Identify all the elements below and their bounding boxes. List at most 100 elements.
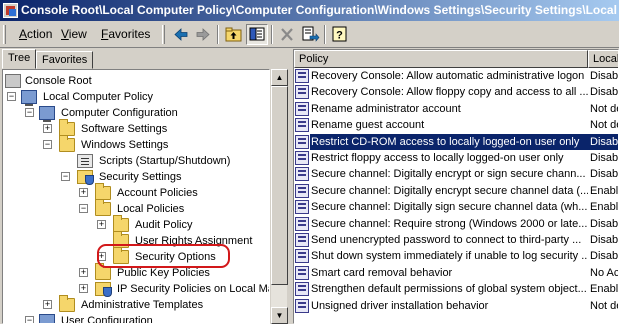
policy-local-setting: Disab	[590, 250, 619, 263]
policy-row[interactable]: Unsigned driver installation behavior Not…	[294, 298, 618, 314]
policy-name: Recovery Console: Allow floppy copy and …	[311, 86, 588, 99]
menu-grip[interactable]	[3, 25, 6, 44]
expand-icon[interactable]: +	[43, 300, 52, 309]
collapse-icon[interactable]: −	[43, 140, 52, 149]
tab-favorites[interactable]: Favorites	[36, 51, 94, 69]
tree-item-scripts[interactable]: Scripts (Startup/Shutdown)	[3, 153, 269, 169]
policy-setting-icon	[295, 298, 309, 313]
console-root-icon	[5, 74, 21, 88]
expand-icon[interactable]: +	[79, 284, 88, 293]
policy-row[interactable]: Smart card removal behavior No Ac	[294, 265, 619, 281]
policy-name: Secure channel: Digitally encrypt or sig…	[311, 168, 586, 181]
policy-setting-icon	[295, 151, 309, 165]
console-tree[interactable]: Console Root − Local Computer Policy − C…	[2, 69, 270, 324]
policy-name: Rename guest account	[311, 119, 425, 132]
policy-name: Secure channel: Digitally encrypt secure…	[311, 184, 588, 197]
tree-item-audit-policy[interactable]: + Audit Policy	[3, 215, 269, 233]
toolbar-separator	[217, 25, 219, 44]
folder-icon	[59, 119, 75, 136]
policy-row[interactable]: Shut down system immediately if unable t…	[294, 248, 619, 264]
help-icon[interactable]: ?	[329, 24, 351, 45]
policy-setting-icon	[295, 216, 309, 231]
collapse-icon[interactable]: −	[79, 204, 88, 213]
tree-item-software-settings[interactable]: + Software Settings	[3, 119, 269, 137]
policy-row[interactable]: Recovery Console: Allow automatic admini…	[294, 68, 619, 84]
tree-item-security-settings[interactable]: − Security Settings	[3, 169, 269, 185]
collapse-icon[interactable]: −	[25, 108, 34, 117]
tree-item-computer-configuration[interactable]: − Computer Configuration	[3, 105, 269, 122]
export-list-icon[interactable]	[299, 24, 321, 45]
column-header-policy[interactable]: Policy	[294, 50, 588, 68]
policy-setting-icon	[295, 200, 309, 215]
tree-vertical-scrollbar[interactable]: ▲ ▼	[270, 69, 288, 324]
collapse-icon[interactable]: −	[25, 316, 34, 323]
menu-favorites[interactable]: Favorites	[101, 27, 150, 41]
scroll-up-icon[interactable]: ▲	[271, 69, 288, 86]
tree-item-windows-settings[interactable]: − Windows Settings	[3, 135, 269, 153]
menu-view[interactable]: View	[61, 27, 87, 41]
policy-row[interactable]: Secure channel: Digitally encrypt secure…	[294, 183, 618, 199]
policy-name: Restrict floppy access to locally logged…	[311, 152, 564, 164]
policy-local-setting: Disab	[590, 152, 619, 164]
tab-tree[interactable]: Tree	[2, 49, 37, 69]
tree-item-user-configuration[interactable]: − User Configuration	[3, 313, 269, 323]
mmc-app-icon[interactable]	[3, 3, 18, 18]
up-folder-icon[interactable]	[223, 24, 245, 45]
policy-row[interactable]: Rename guest account Not de	[294, 117, 618, 133]
policy-row[interactable]: Recovery Console: Allow floppy copy and …	[294, 84, 618, 100]
scroll-down-icon[interactable]: ▼	[271, 307, 288, 324]
policy-row[interactable]: Send unencrypted password to connect to …	[294, 232, 619, 248]
column-header-local-setting[interactable]: Local S	[588, 50, 618, 68]
back-arrow-icon[interactable]	[170, 24, 192, 45]
policy-list-pane[interactable]: Policy Local S Recovery Console: Allow a…	[293, 49, 619, 324]
menu-action[interactable]: Action	[19, 27, 52, 41]
policy-setting-icon	[295, 134, 309, 149]
policy-setting-icon	[295, 249, 309, 264]
tree-tabs: Tree Favorites	[2, 49, 288, 69]
tree-item-ip-security-policies[interactable]: + IP Security Policies on Local Mac	[3, 281, 269, 297]
tree-item-administrative-templates[interactable]: + Administrative Templates	[3, 295, 269, 313]
policy-name: Send unencrypted password to connect to …	[311, 234, 582, 246]
policy-name: Rename administrator account	[311, 102, 461, 115]
folder-icon	[95, 199, 111, 216]
policy-row[interactable]: Secure channel: Digitally sign secure ch…	[294, 199, 619, 215]
show-hide-tree-icon[interactable]	[246, 24, 268, 45]
toolbar-separator	[324, 25, 326, 44]
policy-row[interactable]: Restrict CD-ROM access to locally logged…	[294, 133, 618, 150]
tree-item-account-policies[interactable]: + Account Policies	[3, 183, 269, 201]
policy-row[interactable]: Secure channel: Digitally encrypt or sig…	[294, 166, 618, 182]
collapse-icon[interactable]: −	[7, 92, 16, 101]
toolbar-separator	[271, 25, 273, 44]
title-bar[interactable]: Console Root\Local Computer Policy\Compu…	[0, 0, 619, 21]
expand-icon[interactable]: +	[79, 268, 88, 277]
policy-row[interactable]: Secure channel: Require strong (Windows …	[294, 216, 618, 232]
policy-name: Secure channel: Digitally sign secure ch…	[311, 201, 588, 214]
folder-icon	[59, 295, 75, 312]
policy-setting-icon	[295, 282, 309, 297]
policy-row[interactable]: Restrict floppy access to locally logged…	[294, 150, 619, 166]
policy-setting-icon	[295, 69, 309, 83]
expand-icon[interactable]: +	[97, 220, 106, 229]
policy-local-setting: Enable	[590, 201, 619, 214]
policy-local-setting: No Ac	[590, 266, 619, 279]
forward-arrow-icon[interactable]	[192, 24, 214, 45]
computer-policy-icon	[21, 90, 37, 106]
policy-local-setting: Disab	[590, 70, 619, 82]
policy-row[interactable]: Strengthen default permissions of global…	[294, 281, 619, 297]
expand-icon[interactable]: +	[79, 188, 88, 197]
tree-item-console-root[interactable]: Console Root	[3, 73, 269, 89]
tree-item-local-policies[interactable]: − Local Policies	[3, 199, 269, 217]
policy-local-setting: Disab	[590, 234, 619, 246]
policy-name: Unsigned driver installation behavior	[311, 299, 489, 312]
scroll-thumb[interactable]	[271, 86, 288, 285]
policy-setting-icon	[295, 167, 309, 182]
collapse-icon[interactable]: −	[61, 172, 70, 181]
expand-icon[interactable]: +	[43, 124, 52, 133]
toolbar-grip[interactable]	[162, 25, 165, 44]
policy-row[interactable]: Rename administrator account Not de	[294, 101, 618, 117]
policy-local-setting: Enable	[590, 283, 619, 296]
delete-icon[interactable]	[276, 24, 298, 45]
policy-setting-icon	[295, 118, 309, 133]
tree-item-local-computer-policy[interactable]: − Local Computer Policy	[3, 89, 269, 106]
policy-name: Strengthen default permissions of global…	[311, 283, 587, 296]
